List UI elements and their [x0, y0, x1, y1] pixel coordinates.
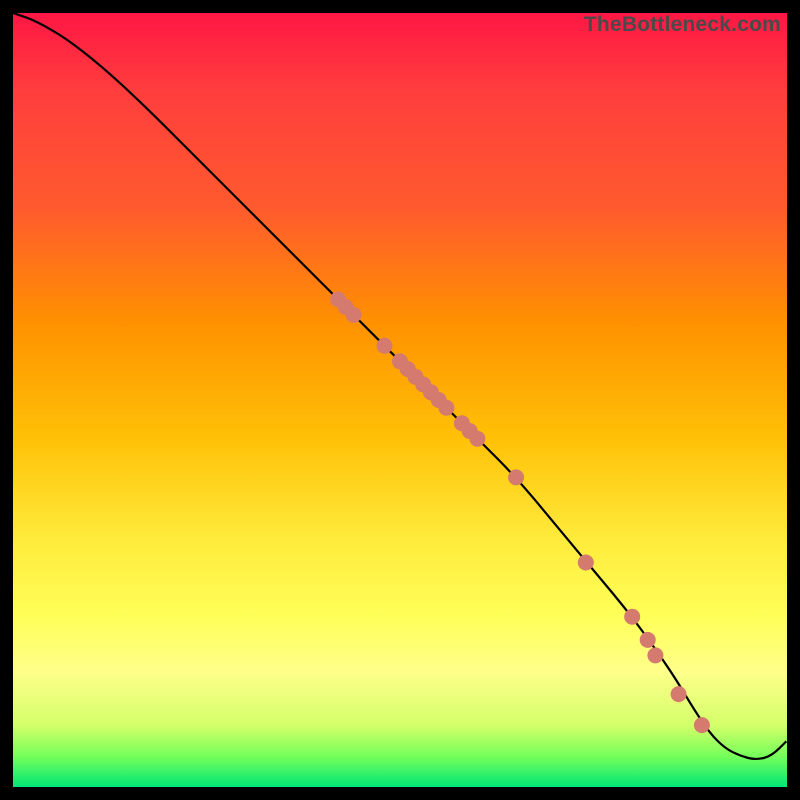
scatter-point [640, 632, 656, 648]
chart-container: TheBottleneck.com [0, 0, 800, 800]
scatter-point [624, 609, 640, 625]
scatter-point [346, 307, 362, 323]
scatter-point [438, 400, 454, 416]
scatter-point [469, 431, 485, 447]
scatter-point [508, 469, 524, 485]
bottleneck-curve [13, 13, 787, 759]
scatter-point [377, 338, 393, 354]
scatter-point [578, 555, 594, 571]
plot-area: TheBottleneck.com [13, 13, 787, 787]
scatter-points [330, 291, 710, 733]
scatter-point [647, 647, 663, 663]
curve-svg [13, 13, 787, 787]
scatter-point [694, 717, 710, 733]
scatter-point [671, 686, 687, 702]
